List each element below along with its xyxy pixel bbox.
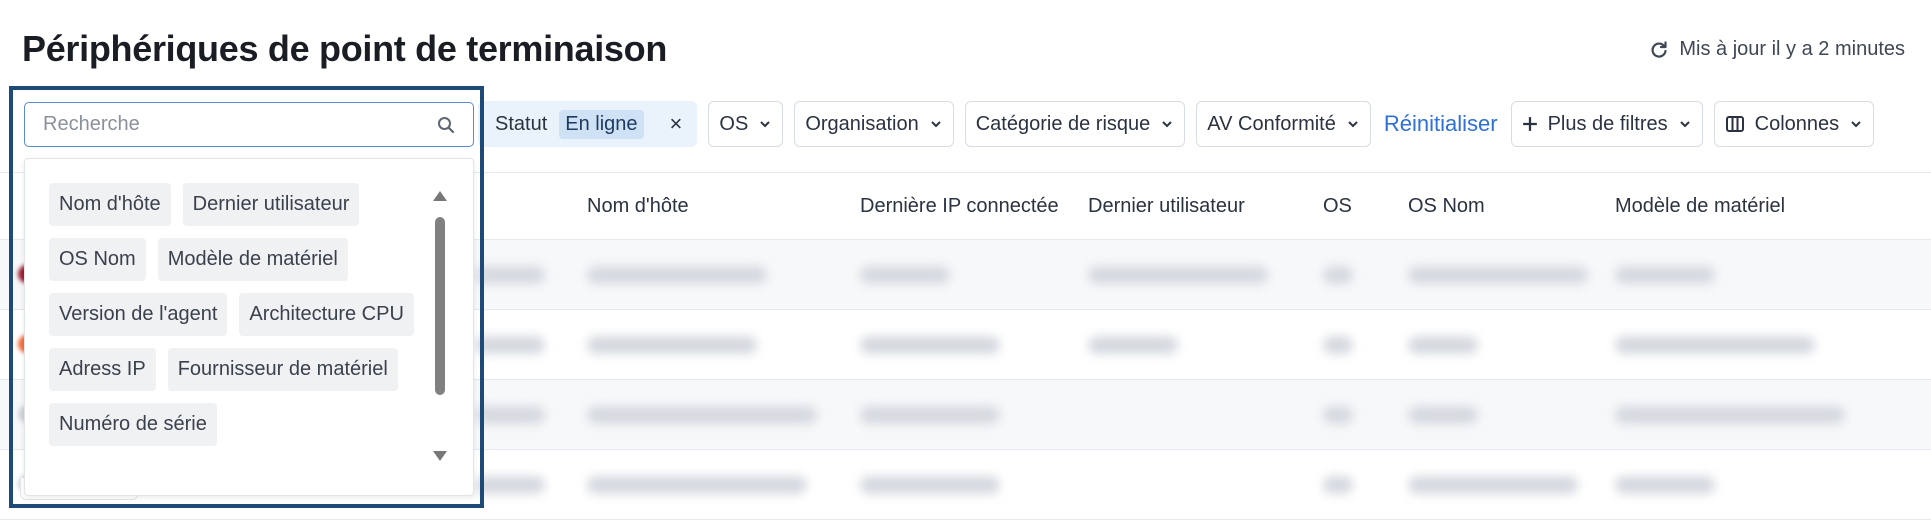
- status-filter-chip[interactable]: Statut En ligne ×: [478, 101, 698, 147]
- os-filter[interactable]: OS: [708, 101, 784, 147]
- columns-button-label: Colonnes: [1754, 112, 1840, 135]
- page-title: Périphériques de point de terminaison: [22, 28, 668, 69]
- column-options-dropdown: Nom d'hôte Dernier utilisateur OS Nom Modèl…: [24, 158, 474, 496]
- chevron-down-icon: [1679, 121, 1690, 128]
- chevron-down-icon: [1348, 121, 1358, 128]
- filter-bar: Statut En ligne × OS Organisation Catégo…: [478, 101, 1875, 147]
- dropdown-scrollbar[interactable]: [433, 191, 447, 461]
- reset-filters-link[interactable]: Réinitialiser: [1382, 111, 1500, 137]
- column-options-list: Nom d'hôte Dernier utilisateur OS Nom Modèl…: [49, 183, 419, 446]
- chevron-down-icon: [1162, 121, 1172, 128]
- column-option-tag[interactable]: Adress IP: [49, 348, 156, 391]
- column-option-tag[interactable]: OS Nom: [49, 238, 146, 281]
- column-option-tag[interactable]: Numéro de série: [49, 403, 217, 446]
- more-filters-button[interactable]: Plus de filtres: [1510, 101, 1703, 147]
- scroll-thumb[interactable]: [435, 217, 445, 395]
- risk-category-filter-label: Catégorie de risque: [975, 112, 1151, 135]
- refresh-icon: [1651, 40, 1667, 58]
- column-option-tag[interactable]: Version de l'agent: [49, 293, 228, 336]
- risk-category-filter[interactable]: Catégorie de risque: [964, 101, 1186, 147]
- search-input[interactable]: Recherche: [24, 102, 474, 147]
- chevron-down-icon: [760, 121, 771, 128]
- search-placeholder: Recherche: [43, 113, 140, 135]
- column-header-hostname[interactable]: Nom d'hôte: [587, 195, 689, 218]
- column-option-tag[interactable]: Nom d'hôte: [49, 183, 171, 226]
- chevron-down-icon: [1851, 121, 1861, 128]
- column-option-tag[interactable]: Architecture CPU: [239, 293, 414, 336]
- column-header-last-user[interactable]: Dernier utilisateur: [1088, 195, 1245, 218]
- status-filter-label: Statut: [495, 112, 548, 135]
- more-filters-label: Plus de filtres: [1547, 112, 1668, 135]
- columns-button[interactable]: Colonnes: [1713, 101, 1875, 147]
- last-updated[interactable]: Mis à jour il y a 2 minutes: [1649, 38, 1905, 61]
- close-icon[interactable]: ×: [670, 111, 683, 137]
- av-compliance-filter-label: AV Conformité: [1207, 112, 1336, 135]
- columns-icon: [1725, 116, 1744, 132]
- column-option-tag[interactable]: Modèle de matériel: [157, 238, 348, 281]
- plus-icon: [1522, 117, 1537, 131]
- scroll-up-icon[interactable]: [433, 191, 447, 201]
- column-header-os-name[interactable]: OS Nom: [1408, 195, 1485, 218]
- scroll-down-icon[interactable]: [433, 451, 447, 461]
- organisation-filter[interactable]: Organisation: [794, 101, 954, 147]
- status-filter-value: En ligne: [559, 109, 644, 139]
- column-header-hardware-model[interactable]: Modèle de matériel: [1615, 195, 1785, 218]
- column-header-os[interactable]: OS: [1323, 195, 1352, 218]
- column-header-last-ip[interactable]: Dernière IP connectée: [860, 195, 1059, 218]
- av-compliance-filter[interactable]: AV Conformité: [1196, 101, 1371, 147]
- organisation-filter-label: Organisation: [805, 112, 919, 135]
- search-icon: [438, 116, 455, 133]
- os-filter-label: OS: [719, 112, 749, 135]
- column-option-tag[interactable]: Fournisseur de matériel: [167, 348, 398, 391]
- last-updated-text: Mis à jour il y a 2 minutes: [1679, 38, 1905, 60]
- chevron-down-icon: [931, 121, 941, 128]
- column-option-tag[interactable]: Dernier utilisateur: [182, 183, 360, 226]
